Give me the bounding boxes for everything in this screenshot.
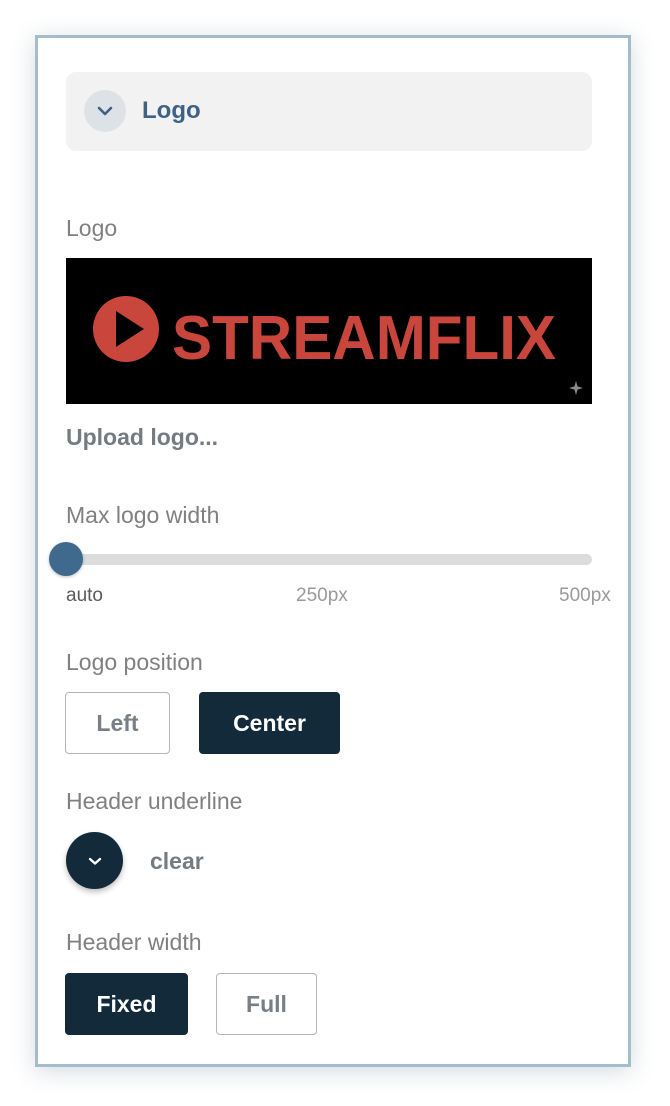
slider-tick-250px: 250px bbox=[296, 585, 348, 606]
slider-tick-500px: 500px bbox=[559, 585, 611, 606]
underline-value: clear bbox=[150, 848, 204, 874]
position-left-button[interactable]: Left bbox=[65, 692, 170, 754]
max-width-slider-track[interactable] bbox=[66, 554, 592, 565]
max-width-slider-thumb[interactable] bbox=[49, 542, 83, 576]
svg-text:STREAMFLIX: STREAMFLIX bbox=[172, 304, 556, 373]
logo-position-label: Logo position bbox=[66, 649, 203, 675]
chevron-down-icon bbox=[97, 106, 113, 116]
section-title: Logo bbox=[142, 97, 201, 124]
logo-preview[interactable]: STREAMFLIX bbox=[66, 258, 592, 404]
streamflix-logo-image: STREAMFLIX bbox=[93, 296, 556, 373]
upload-logo-link[interactable]: Upload logo... bbox=[66, 423, 218, 451]
collapse-button[interactable] bbox=[84, 90, 126, 132]
header-underline-label: Header underline bbox=[66, 788, 243, 814]
max-logo-width-label: Max logo width bbox=[66, 502, 220, 528]
settings-panel: Logo Logo STREAMFLIX Upload logo... Max … bbox=[35, 35, 631, 1067]
underline-dropdown-button[interactable] bbox=[66, 832, 123, 889]
width-full-button[interactable]: Full bbox=[216, 973, 317, 1035]
slider-tick-auto: auto bbox=[66, 585, 103, 606]
position-center-button[interactable]: Center bbox=[199, 692, 340, 754]
chevron-down-icon bbox=[88, 857, 101, 865]
logo-section-header[interactable]: Logo bbox=[66, 72, 592, 151]
logo-label: Logo bbox=[66, 215, 118, 241]
sparkle-icon bbox=[569, 381, 583, 395]
header-width-label: Header width bbox=[66, 929, 202, 955]
width-fixed-button[interactable]: Fixed bbox=[65, 973, 188, 1035]
